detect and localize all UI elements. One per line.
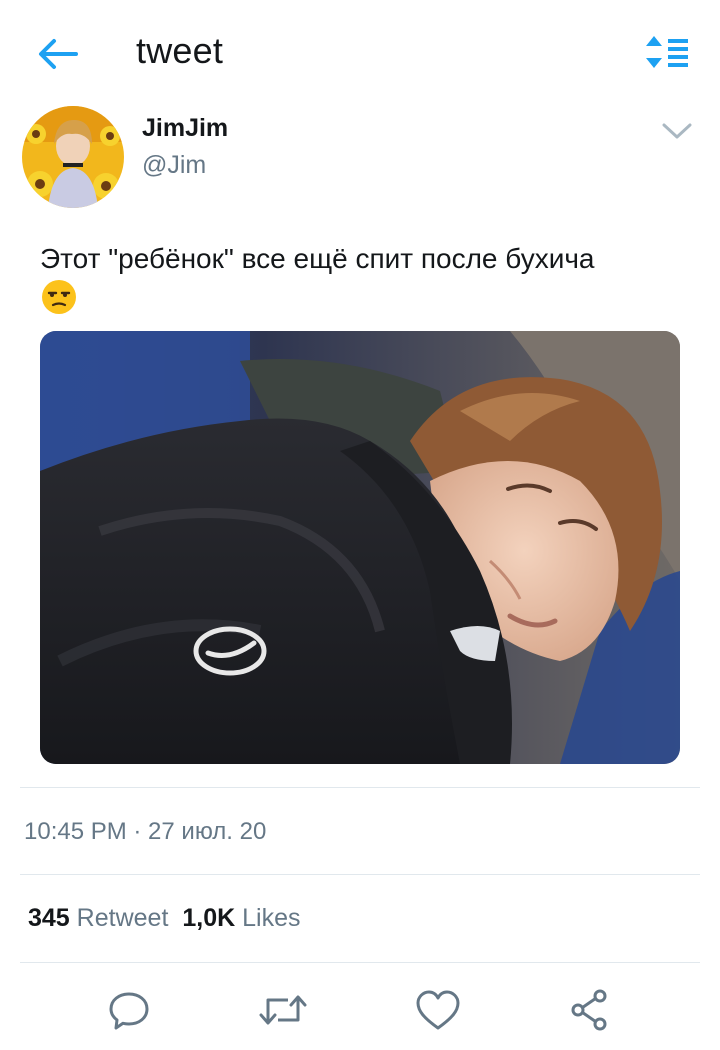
tweet-timestamp: 10:45 PM · 27 июл. 20 xyxy=(24,818,267,845)
tweet-media-image[interactable] xyxy=(40,331,680,764)
share-button[interactable] xyxy=(568,988,612,1032)
sort-icon xyxy=(646,36,688,68)
likes-stat[interactable]: 1,0K Likes xyxy=(182,904,300,933)
divider xyxy=(20,787,700,788)
user-handle[interactable]: @Jim xyxy=(142,151,206,180)
more-options-button[interactable] xyxy=(660,118,694,144)
retweet-count: 345 xyxy=(28,904,70,932)
like-icon xyxy=(416,990,460,1030)
retweet-icon xyxy=(259,995,307,1025)
divider xyxy=(20,962,700,963)
reply-button[interactable] xyxy=(107,988,151,1032)
reply-icon xyxy=(109,992,149,1030)
like-button[interactable] xyxy=(414,988,462,1032)
divider xyxy=(20,874,700,875)
sort-button[interactable] xyxy=(644,34,690,70)
page-title: tweet xyxy=(136,30,224,71)
avatar[interactable] xyxy=(22,106,124,208)
retweet-label: Retweet xyxy=(76,904,169,932)
unamused-face-icon xyxy=(41,279,77,315)
retweet-button[interactable] xyxy=(258,988,308,1032)
share-icon xyxy=(571,989,607,1031)
user-name[interactable]: JimJim xyxy=(142,114,228,143)
chevron-down-icon xyxy=(662,123,692,139)
back-arrow-icon xyxy=(39,39,78,69)
back-button[interactable] xyxy=(36,36,80,72)
likes-count: 1,0K xyxy=(182,904,236,932)
retweet-stat[interactable]: 345 Retweet xyxy=(28,904,168,933)
tweet-stats: 345 Retweet 1,0K Likes xyxy=(28,904,301,933)
likes-label: Likes xyxy=(242,904,301,932)
top-bar: tweet xyxy=(0,0,720,104)
tweet-text: Этот "ребёнок" все ещё спит после бухича xyxy=(40,243,595,274)
